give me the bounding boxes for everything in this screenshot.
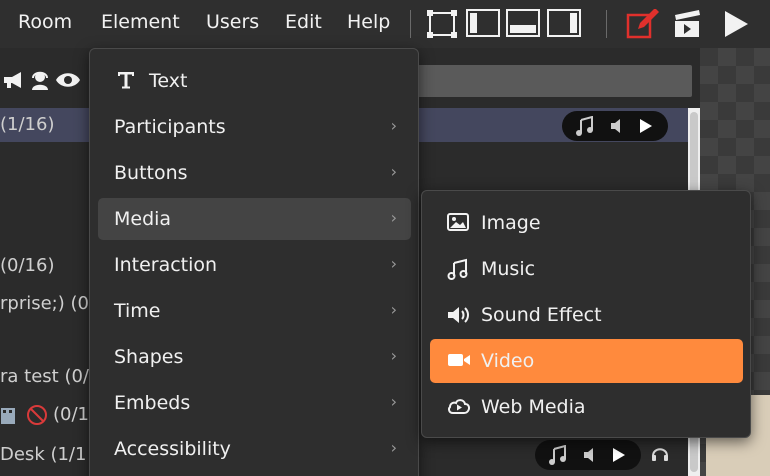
submenu-item-label: Web Media (481, 396, 586, 418)
menu-item-participants[interactable]: Participants › (98, 106, 411, 148)
play-small-icon[interactable] (638, 116, 654, 136)
submenu-item-video[interactable]: Video (430, 339, 743, 383)
menu-item-label: Shapes (114, 346, 184, 368)
menu-item-accessibility[interactable]: Accessibility › (98, 428, 411, 470)
megaphone-icon[interactable] (2, 70, 26, 90)
menu-help[interactable]: Help (347, 11, 390, 33)
chevron-right-icon: › (390, 254, 397, 273)
submenu-item-image[interactable]: Image (430, 201, 743, 245)
submenu-item-label: Video (481, 350, 535, 372)
select-frame-icon[interactable] (426, 9, 458, 39)
menu-item-text[interactable]: Text (98, 60, 411, 102)
edit-note-icon[interactable] (626, 9, 660, 39)
volume-icon[interactable] (610, 116, 626, 136)
music-icon (447, 258, 468, 280)
submenu-item-music[interactable]: Music (430, 247, 743, 291)
menu-item-media[interactable]: Media › (98, 198, 411, 240)
toolbar-divider (606, 10, 607, 38)
chevron-right-icon: › (390, 162, 397, 181)
menu-item-label: Time (114, 300, 161, 322)
submenu-item-label: Music (481, 258, 536, 280)
menu-item-shapes[interactable]: Shapes › (98, 336, 411, 378)
volume-icon[interactable] (583, 445, 599, 465)
menu-room[interactable]: Room (18, 11, 72, 33)
toolbar-divider (410, 10, 411, 38)
clapperboard-icon[interactable] (673, 9, 703, 39)
menu-item-label: Interaction (114, 254, 218, 276)
menu-element[interactable]: Element (101, 11, 180, 33)
eye-icon[interactable] (55, 70, 81, 90)
menu-item-time[interactable]: Time › (98, 290, 411, 332)
room-name-text: Desk (1/1 (0, 444, 87, 465)
play-small-icon[interactable] (611, 445, 627, 465)
building-icon (1, 408, 15, 424)
support-agent-icon[interactable] (28, 68, 52, 92)
menu-edit[interactable]: Edit (285, 11, 322, 33)
music-note-icon[interactable] (576, 116, 594, 136)
blocked-icon (27, 405, 47, 425)
video-icon (448, 354, 470, 366)
media-controls-pill[interactable] (562, 111, 668, 141)
media-submenu: Image Music Sound Effect Video Web Media (421, 190, 751, 438)
menu-item-label: Embeds (114, 392, 191, 414)
element-menu-dropdown: Text Participants › Buttons › Media › In… (89, 48, 419, 476)
menu-item-embeds[interactable]: Embeds › (98, 382, 411, 424)
chevron-right-icon: › (390, 208, 397, 227)
image-icon (447, 213, 469, 231)
room-name-text: rprise;) (0 (0, 293, 89, 314)
submenu-item-sound-effect[interactable]: Sound Effect (430, 293, 743, 337)
media-controls-pill[interactable] (535, 440, 641, 470)
layout-right-icon[interactable] (547, 9, 581, 37)
text-icon (118, 72, 134, 89)
web-media-icon (448, 399, 470, 414)
layout-left-icon[interactable] (466, 9, 500, 37)
menubar: Room Element Users Edit Help (0, 0, 770, 48)
menu-item-label: Participants (114, 116, 226, 138)
chevron-right-icon: › (390, 300, 397, 319)
chevron-right-icon: › (390, 392, 397, 411)
room-count-text: (0/1 (53, 404, 89, 425)
submenu-item-label: Image (481, 212, 541, 234)
layout-bottom-icon[interactable] (506, 9, 540, 37)
menu-item-label: Text (149, 70, 188, 92)
chevron-right-icon: › (390, 346, 397, 365)
room-name-text: ra test (0/ (0, 366, 89, 387)
menu-users[interactable]: Users (206, 11, 259, 33)
menu-item-label: Media (114, 208, 172, 230)
submenu-item-web-media[interactable]: Web Media (430, 385, 743, 429)
room-count-text: (1/16) (0, 114, 55, 135)
menu-item-label: Buttons (114, 162, 188, 184)
search-input[interactable] (412, 65, 692, 97)
play-icon[interactable] (722, 9, 750, 39)
room-count-text: (0/16) (0, 255, 55, 276)
submenu-item-label: Sound Effect (481, 304, 602, 326)
sound-effect-icon (448, 307, 469, 323)
menu-item-interaction[interactable]: Interaction › (98, 244, 411, 286)
menu-item-label: Accessibility (114, 438, 231, 460)
menu-item-buttons[interactable]: Buttons › (98, 152, 411, 194)
music-note-icon[interactable] (549, 445, 567, 465)
chevron-right-icon: › (390, 116, 397, 135)
headset-icon[interactable] (650, 444, 670, 464)
chevron-right-icon: › (390, 438, 397, 457)
